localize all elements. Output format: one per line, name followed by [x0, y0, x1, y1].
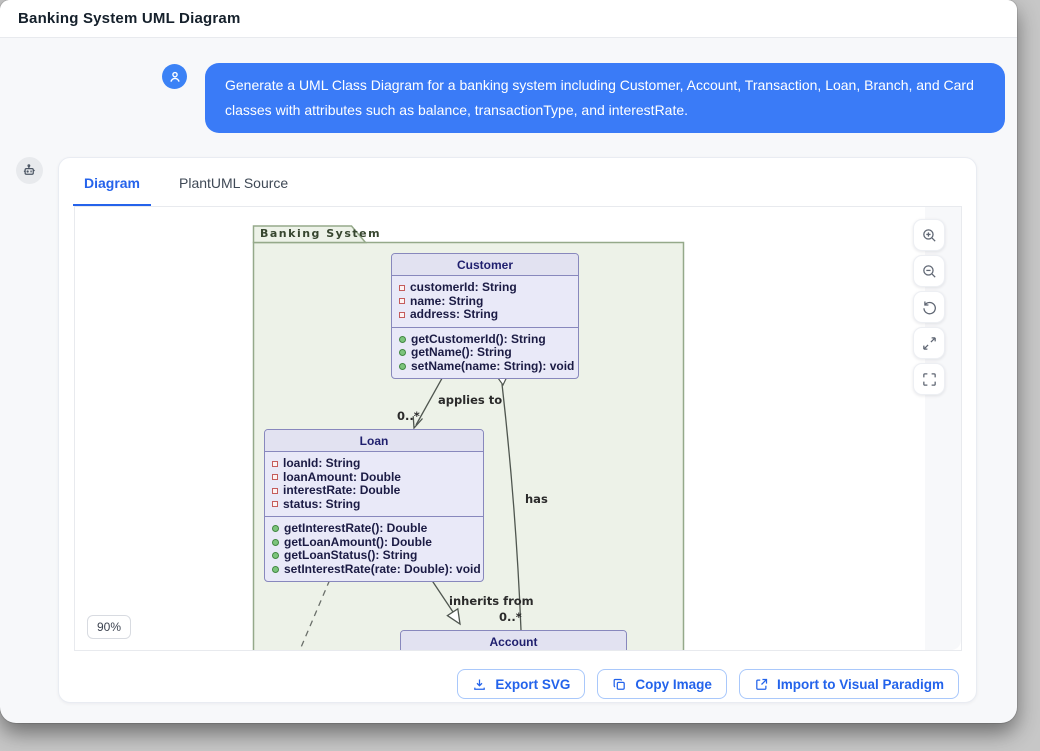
- fit-to-screen-button[interactable]: [913, 327, 945, 359]
- diagram-canvas[interactable]: Banking System Customer customerId: Stri…: [74, 206, 962, 651]
- edge-multiplicity: 0..*: [499, 610, 522, 624]
- title-bar: Banking System UML Diagram: [0, 0, 1017, 38]
- fullscreen-button[interactable]: [913, 363, 945, 395]
- tab-bar: Diagram PlantUML Source: [73, 170, 976, 206]
- class-method: getInterestRate(): Double: [284, 522, 427, 536]
- class-attribute: name: String: [410, 295, 483, 309]
- edge-label: has: [525, 492, 548, 506]
- tab-plantuml-source[interactable]: PlantUML Source: [179, 170, 294, 206]
- external-link-icon: [754, 677, 769, 692]
- zoom-out-icon: [921, 263, 938, 280]
- action-button-row: Export SVG Copy Image Import to Visual P…: [457, 669, 959, 699]
- download-icon: [472, 677, 487, 692]
- attribute-icon: [272, 501, 278, 507]
- export-svg-label: Export SVG: [495, 677, 570, 692]
- import-to-visual-paradigm-button[interactable]: Import to Visual Paradigm: [739, 669, 959, 699]
- class-method: getName(): String: [411, 346, 512, 360]
- attribute-icon: [399, 312, 405, 318]
- method-icon: [272, 525, 279, 532]
- zoom-in-icon: [921, 227, 938, 244]
- tab-plantuml-label: PlantUML Source: [179, 175, 288, 191]
- zoom-in-button[interactable]: [913, 219, 945, 251]
- class-method: getLoanStatus(): String: [284, 549, 417, 563]
- export-svg-button[interactable]: Export SVG: [457, 669, 585, 699]
- page-title: Banking System UML Diagram: [18, 10, 240, 27]
- result-panel: Diagram PlantUML Source: [58, 157, 977, 703]
- attribute-icon: [272, 488, 278, 494]
- robot-icon: [22, 163, 37, 178]
- class-name: Account: [401, 631, 626, 651]
- method-icon: [399, 336, 406, 343]
- app-window: Banking System UML Diagram Generate a UM…: [0, 0, 1017, 723]
- copy-image-label: Copy Image: [635, 677, 712, 692]
- class-attribute: status: String: [283, 498, 360, 512]
- import-vp-label: Import to Visual Paradigm: [777, 677, 944, 692]
- user-avatar: [162, 64, 187, 89]
- class-method: setName(name: String): void: [411, 360, 574, 374]
- class-attribute: interestRate: Double: [283, 484, 400, 498]
- reset-view-icon: [921, 299, 938, 316]
- attribute-icon: [272, 461, 278, 467]
- fullscreen-icon: [921, 371, 938, 388]
- uml-class-loan[interactable]: Loan loanId: String loanAmount: Double i…: [264, 429, 484, 582]
- class-method: getCustomerId(): String: [411, 333, 546, 347]
- uml-class-account[interactable]: Account: [400, 630, 627, 651]
- class-attribute: address: String: [410, 308, 498, 322]
- tab-diagram[interactable]: Diagram: [73, 170, 151, 206]
- method-icon: [272, 539, 279, 546]
- reset-view-button[interactable]: [913, 291, 945, 323]
- package-title: Banking System: [260, 227, 381, 240]
- method-icon: [272, 566, 279, 573]
- class-attribute: customerId: String: [410, 281, 517, 295]
- method-icon: [399, 349, 406, 356]
- bot-avatar: [16, 157, 43, 184]
- class-attribute: loanAmount: Double: [283, 471, 401, 485]
- fit-to-screen-icon: [921, 335, 938, 352]
- edge-multiplicity: 0..*: [397, 409, 420, 423]
- method-icon: [272, 552, 279, 559]
- copy-image-button[interactable]: Copy Image: [597, 669, 727, 699]
- user-message-text: Generate a UML Class Diagram for a banki…: [225, 77, 974, 118]
- attribute-icon: [272, 474, 278, 480]
- zoom-out-button[interactable]: [913, 255, 945, 287]
- attribute-icon: [399, 298, 405, 304]
- copy-icon: [612, 677, 627, 692]
- class-name: Loan: [265, 430, 483, 452]
- attribute-icon: [399, 285, 405, 291]
- person-icon: [168, 70, 182, 84]
- edge-label: applies to: [438, 393, 502, 407]
- class-attribute: loanId: String: [283, 457, 360, 471]
- class-method: getLoanAmount(): Double: [284, 536, 432, 550]
- uml-class-customer[interactable]: Customer customerId: String name: String…: [391, 253, 579, 379]
- class-method: setInterestRate(rate: Double): void: [284, 563, 481, 577]
- user-message-bubble: Generate a UML Class Diagram for a banki…: [205, 63, 1005, 133]
- tab-diagram-label: Diagram: [84, 175, 140, 191]
- class-name: Customer: [392, 254, 578, 276]
- edge-label: inherits from: [449, 594, 534, 608]
- method-icon: [399, 363, 406, 370]
- zoom-level-badge: 90%: [87, 615, 131, 639]
